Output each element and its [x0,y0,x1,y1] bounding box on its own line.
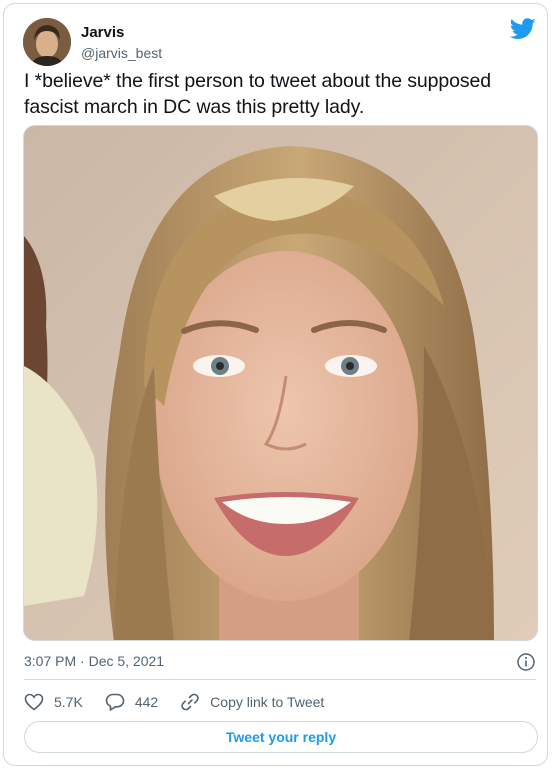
reply-count: 442 [134,694,159,710]
reply-bubble-icon [105,693,125,711]
author-handle[interactable]: @jarvis_best [81,45,162,61]
twitter-bird-icon[interactable] [510,18,536,40]
tweet-actions: 5.7K 442 Copy link to Tweet [24,689,346,715]
author-name[interactable]: Jarvis [81,24,124,41]
heart-icon [24,693,44,711]
tweet-text-line-1: I *believe* the first person to tweet ab… [24,70,492,92]
tweet-your-reply-button[interactable]: Tweet your reply [24,721,538,753]
tweet-embed-card: Jarvis @jarvis_best I *believe* the firs… [3,3,548,766]
tweet-photo[interactable] [23,125,538,641]
copy-link-label: Copy link to Tweet [210,694,325,710]
tweet-text: I *believe* the first person to tweet ab… [24,68,534,120]
link-icon [181,693,199,711]
tweet-timestamp[interactable]: 3:07 PM · Dec 5, 2021 [24,653,164,669]
reply-count-button[interactable]: 442 [105,693,158,711]
like-count: 5.7K [54,694,83,710]
avatar[interactable] [23,18,71,66]
tweet-text-line-2: fascist march in DC was this pretty lady… [24,96,365,118]
like-button[interactable]: 5.7K [24,693,83,711]
info-icon[interactable] [516,652,536,672]
copy-link-button[interactable]: Copy link to Tweet [180,693,324,711]
divider [24,679,536,680]
